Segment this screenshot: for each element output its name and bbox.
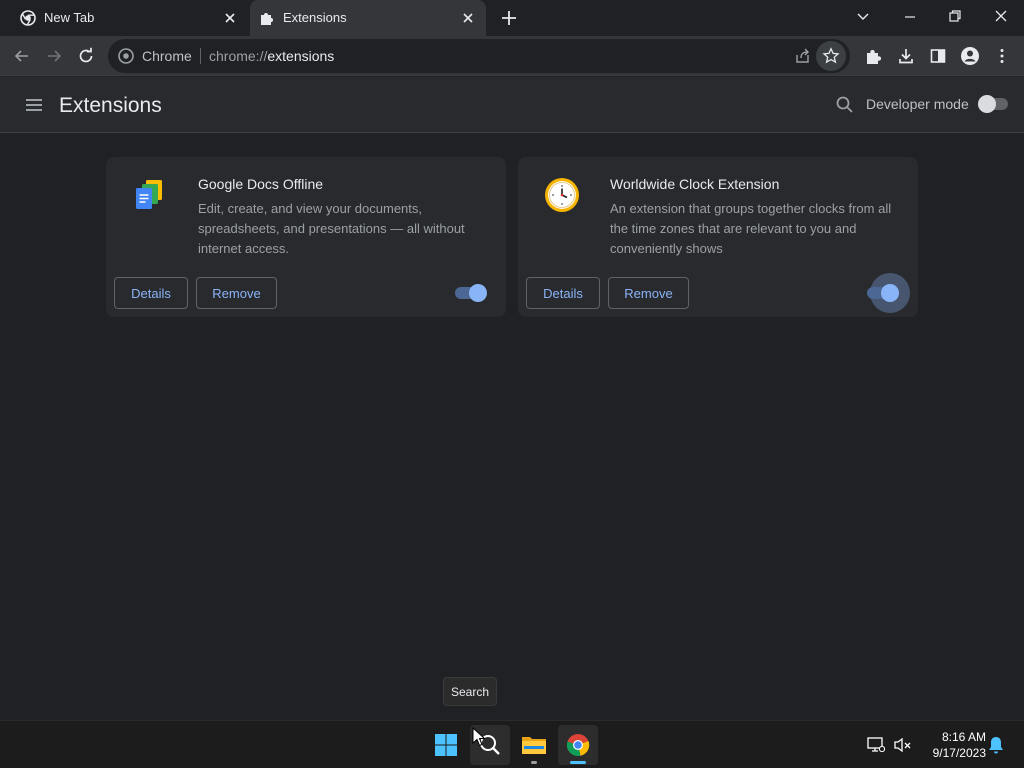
- tab-new-tab[interactable]: New Tab: [0, 0, 248, 36]
- hamburger-menu-icon[interactable]: [24, 95, 44, 115]
- extension-enable-toggle[interactable]: [865, 273, 910, 313]
- toggle-knob: [978, 95, 996, 113]
- extension-enable-toggle[interactable]: [453, 283, 487, 303]
- tab-extensions[interactable]: Extensions: [250, 0, 486, 36]
- site-label: Chrome: [142, 48, 192, 64]
- network-icon[interactable]: [866, 735, 886, 755]
- forward-arrow-icon[interactable]: [42, 44, 66, 68]
- url-text[interactable]: chrome://extensions: [209, 48, 334, 64]
- extension-name: Worldwide Clock Extension: [610, 176, 780, 192]
- puzzle-icon: [259, 10, 275, 26]
- profile-avatar-icon[interactable]: [958, 44, 982, 68]
- clock-icon: [544, 177, 580, 213]
- minimize-icon[interactable]: [898, 6, 922, 28]
- reload-icon[interactable]: [74, 44, 98, 68]
- file-explorer-icon[interactable]: [514, 725, 554, 765]
- bookmark-star-icon[interactable]: [816, 41, 846, 71]
- browser-toolbar: Chrome chrome://extensions: [0, 36, 1024, 76]
- chrome-taskbar-icon[interactable]: [558, 725, 598, 765]
- back-arrow-icon[interactable]: [10, 44, 34, 68]
- divider: [200, 48, 201, 64]
- start-windows-icon[interactable]: [426, 725, 466, 765]
- volume-muted-icon[interactable]: [893, 735, 913, 755]
- details-button[interactable]: Details: [526, 277, 600, 309]
- close-icon[interactable]: [460, 10, 476, 26]
- side-panel-icon[interactable]: [926, 44, 950, 68]
- clock-time: 8:16 AM: [941, 730, 986, 744]
- clock-date: 9/17/2023: [932, 746, 986, 760]
- details-button[interactable]: Details: [114, 277, 188, 309]
- url-path: extensions: [267, 48, 335, 64]
- more-menu-icon[interactable]: [990, 44, 1014, 68]
- extension-description: An extension that groups together clocks…: [610, 201, 892, 256]
- url-scheme: chrome://: [209, 48, 268, 64]
- page-title: Extensions: [59, 94, 162, 117]
- chrome-icon: [118, 48, 134, 64]
- tab-title: New Tab: [44, 10, 95, 25]
- chevron-down-icon[interactable]: [851, 6, 875, 28]
- system-clock[interactable]: 8:16 AM 9/17/2023: [920, 729, 986, 761]
- toggle-knob: [469, 284, 487, 302]
- app-active-indicator: [570, 761, 586, 764]
- google-docs-icon: [132, 177, 168, 213]
- download-icon[interactable]: [894, 44, 918, 68]
- extension-description: Edit, create, and view your documents, s…: [198, 201, 465, 256]
- tab-strip: New Tab Extensions: [0, 0, 1024, 36]
- address-bar[interactable]: Chrome chrome://extensions: [108, 39, 850, 73]
- toggle-knob: [881, 284, 899, 302]
- search-tooltip: Search: [443, 677, 497, 706]
- notification-bell-icon[interactable]: [987, 735, 1007, 755]
- remove-button[interactable]: Remove: [196, 277, 277, 309]
- mouse-cursor-icon: [472, 726, 486, 747]
- extensions-puzzle-icon[interactable]: [862, 44, 886, 68]
- chrome-icon: [20, 10, 36, 26]
- windows-taskbar: 8:16 AM 9/17/2023: [0, 720, 1024, 768]
- extensions-header: Extensions Developer mode: [0, 77, 1024, 133]
- extension-name: Google Docs Offline: [198, 176, 324, 192]
- remove-button[interactable]: Remove: [608, 277, 689, 309]
- app-running-indicator: [531, 761, 537, 764]
- close-window-icon[interactable]: [989, 6, 1013, 28]
- new-tab-button[interactable]: [499, 8, 519, 28]
- developer-mode-toggle[interactable]: [976, 94, 1010, 114]
- share-icon[interactable]: [794, 47, 812, 65]
- tab-title: Extensions: [283, 10, 347, 25]
- developer-mode-label: Developer mode: [866, 96, 969, 112]
- extension-card: Google Docs Offline Edit, create, and vi…: [106, 157, 506, 317]
- extension-card: Worldwide Clock Extension An extension t…: [518, 157, 918, 317]
- close-icon[interactable]: [222, 10, 238, 26]
- search-icon[interactable]: [834, 94, 856, 116]
- restore-icon[interactable]: [943, 6, 967, 28]
